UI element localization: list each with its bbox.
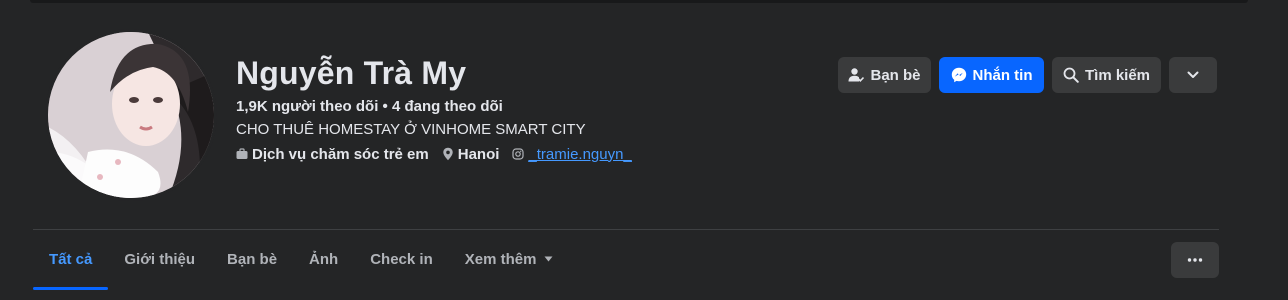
location-detail: Hanoi xyxy=(442,146,500,163)
message-button[interactable]: Nhắn tin xyxy=(939,57,1044,93)
instagram-link[interactable]: _tramie.nguyn_ xyxy=(528,146,631,163)
section-divider xyxy=(33,229,1219,230)
tab-check-in[interactable]: Check in xyxy=(354,240,449,278)
follow-stats: 1,9K người theo dõi • 4 đang theo dõi xyxy=(236,98,503,115)
friends-button[interactable]: Bạn bè xyxy=(838,57,931,93)
tab-photos-label: Ảnh xyxy=(309,250,339,268)
more-actions-button[interactable] xyxy=(1171,242,1219,278)
message-button-label: Nhắn tin xyxy=(972,66,1033,84)
more-options-dropdown[interactable] xyxy=(1169,57,1217,93)
search-button[interactable]: Tìm kiếm xyxy=(1052,57,1161,93)
tab-see-more[interactable]: Xem thêm xyxy=(449,240,570,278)
instagram-icon xyxy=(512,148,525,160)
ellipsis-icon xyxy=(1187,258,1203,262)
location-pin-icon xyxy=(443,147,453,161)
avatar[interactable] xyxy=(48,32,214,198)
cover-photo-edge xyxy=(30,0,1248,3)
search-button-label: Tìm kiếm xyxy=(1084,66,1151,84)
avatar-image xyxy=(48,32,214,198)
chevron-down-icon xyxy=(1187,71,1199,78)
followers-count[interactable]: 1,9K người theo dõi xyxy=(236,98,378,115)
profile-details: Dịch vụ chăm sóc trẻ em Hanoi _tramie.ng… xyxy=(236,144,645,164)
instagram-detail: _tramie.nguyn_ xyxy=(512,146,632,163)
tab-photos[interactable]: Ảnh xyxy=(293,240,354,278)
tab-friends-label: Bạn bè xyxy=(227,250,278,268)
profile-tabs: Tất cả Giới thiệu Bạn bè Ảnh Check in Xe… xyxy=(33,240,569,290)
following-count[interactable]: 4 đang theo dõi xyxy=(392,98,503,115)
tab-about-label: Giới thiệu xyxy=(124,250,196,268)
tab-all[interactable]: Tất cả xyxy=(33,240,109,290)
tab-see-more-label: Xem thêm xyxy=(464,250,537,268)
briefcase-icon xyxy=(236,148,248,159)
caret-down-icon xyxy=(544,256,553,262)
profile-name: Nguyễn Trà My xyxy=(236,55,467,91)
tab-friends[interactable]: Bạn bè xyxy=(211,240,293,278)
stats-separator: • xyxy=(382,98,388,115)
tab-check-in-label: Check in xyxy=(370,250,433,268)
messenger-icon xyxy=(951,67,966,83)
work-label: Dịch vụ chăm sóc trẻ em xyxy=(252,145,429,163)
profile-bio: CHO THUÊ HOMESTAY Ở VINHOME SMART CITY xyxy=(236,121,586,138)
person-check-icon xyxy=(848,68,865,82)
friends-button-label: Bạn bè xyxy=(870,66,921,84)
search-icon xyxy=(1063,67,1079,83)
work-detail: Dịch vụ chăm sóc trẻ em xyxy=(236,146,429,163)
location-label[interactable]: Hanoi xyxy=(458,146,500,163)
tab-all-label: Tất cả xyxy=(49,250,93,268)
tab-about[interactable]: Giới thiệu xyxy=(108,240,211,278)
